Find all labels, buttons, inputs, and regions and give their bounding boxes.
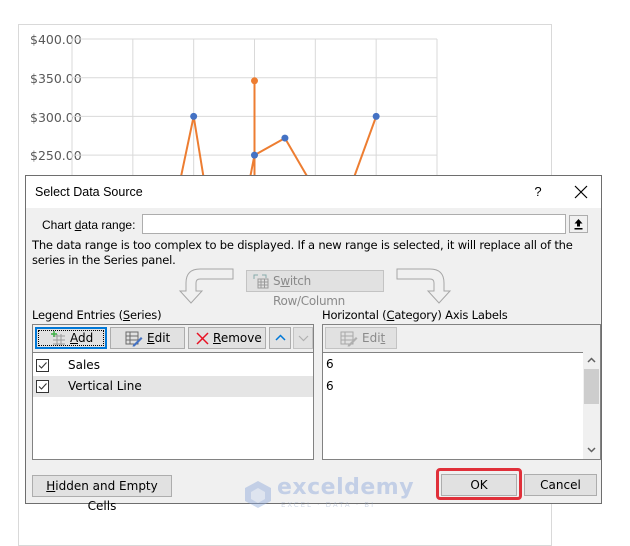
add-series-label: Add xyxy=(70,331,94,345)
dialog-title: Select Data Source xyxy=(35,185,143,199)
collapse-dialog-button[interactable] xyxy=(569,215,588,233)
series-checkbox[interactable] xyxy=(36,380,49,393)
left-curved-arrow-icon xyxy=(178,268,234,304)
category-label-item[interactable]: 6 xyxy=(326,379,334,393)
watermark-brand: exceldemy xyxy=(277,475,415,500)
watermark-tagline: EXCEL · DATA · BI xyxy=(281,501,376,509)
legend-entries-label: Legend Entries (Series) xyxy=(32,308,162,322)
chart-data-range-label: Chart data range: xyxy=(42,218,136,232)
switch-row-column-label: Switch Row/Column xyxy=(273,274,345,308)
legend-entries-toolbar: Add Edit Remove xyxy=(33,325,313,353)
sales-data-point xyxy=(251,151,258,159)
series-line-segment xyxy=(179,116,195,180)
series-line-segment xyxy=(254,137,286,156)
series-line-segment xyxy=(192,116,205,180)
series-line-segment xyxy=(284,137,311,180)
switch-row-column-button[interactable]: Switch Row/Column xyxy=(246,270,384,308)
chevron-down-icon xyxy=(298,335,309,342)
exceldemy-logo-icon xyxy=(245,481,271,508)
series-label: Vertical Line xyxy=(68,379,142,393)
axis-labels-scrollbar[interactable] xyxy=(583,352,600,459)
remove-series-label: Remove xyxy=(213,331,262,345)
chevron-up-icon xyxy=(275,334,286,341)
scroll-down-button[interactable] xyxy=(583,442,600,459)
legend-entries-panel: Add Edit Remove Sales Vertical Line xyxy=(32,324,314,460)
hidden-empty-cells-button[interactable]: Hidden and Empty Cells xyxy=(32,475,172,513)
help-button[interactable]: ? xyxy=(529,182,547,202)
close-button[interactable] xyxy=(571,182,591,202)
chart-data-range-input[interactable] xyxy=(142,214,566,234)
remove-series-button[interactable]: Remove xyxy=(188,327,266,349)
axis-labels-panel: Edit 6 6 xyxy=(322,324,601,460)
add-series-button[interactable]: Add xyxy=(35,327,107,349)
switch-row-column-icon xyxy=(253,274,269,289)
sales-data-point xyxy=(190,112,198,120)
sales-data-point xyxy=(281,134,289,142)
series-label: Sales xyxy=(68,358,100,372)
move-up-button[interactable] xyxy=(269,327,291,349)
series-item-sales[interactable]: Sales xyxy=(33,355,313,376)
close-icon xyxy=(574,185,588,199)
edit-axis-icon xyxy=(340,331,358,347)
select-data-source-dialog: Select Data Source ? Chart data range: T… xyxy=(25,175,602,513)
sales-data-point xyxy=(372,112,380,120)
edit-series-label: Edit xyxy=(147,331,171,345)
checkmark-icon xyxy=(38,362,47,369)
range-info-text: The data range is too complex to be disp… xyxy=(32,238,573,267)
right-curved-arrow-icon xyxy=(396,268,452,304)
vertical-line-data-point xyxy=(251,77,258,85)
exceldemy-watermark: exceldemy EXCEL · DATA · BI xyxy=(243,475,414,512)
axis-labels-toolbar: Edit xyxy=(323,325,600,353)
category-label-item[interactable]: 6 xyxy=(326,357,334,371)
edit-axis-labels-label: Edit xyxy=(362,331,386,345)
series-checkbox[interactable] xyxy=(36,359,49,372)
upload-arrow-icon xyxy=(574,219,583,230)
cancel-button[interactable]: Cancel xyxy=(524,474,597,496)
edit-series-button[interactable]: Edit xyxy=(110,327,185,349)
ok-button[interactable]: OK xyxy=(441,474,517,496)
scroll-thumb[interactable] xyxy=(584,369,599,404)
series-line-segment xyxy=(352,116,378,180)
series-item-vertical-line[interactable]: Vertical Line xyxy=(33,376,313,397)
line-chart xyxy=(71,38,438,180)
remove-icon xyxy=(196,332,209,345)
dialog-titlebar: Select Data Source ? xyxy=(26,176,601,208)
axis-labels-label: Horizontal (Category) Axis Labels xyxy=(322,308,508,322)
add-series-icon xyxy=(51,331,65,346)
checkmark-icon xyxy=(38,383,47,390)
edit-axis-labels-button[interactable]: Edit xyxy=(325,327,397,349)
move-down-button[interactable] xyxy=(293,327,313,349)
edit-series-icon xyxy=(125,331,143,347)
chevron-down-icon xyxy=(587,447,596,453)
chevron-up-icon xyxy=(587,357,596,363)
scroll-up-button[interactable] xyxy=(583,352,600,369)
